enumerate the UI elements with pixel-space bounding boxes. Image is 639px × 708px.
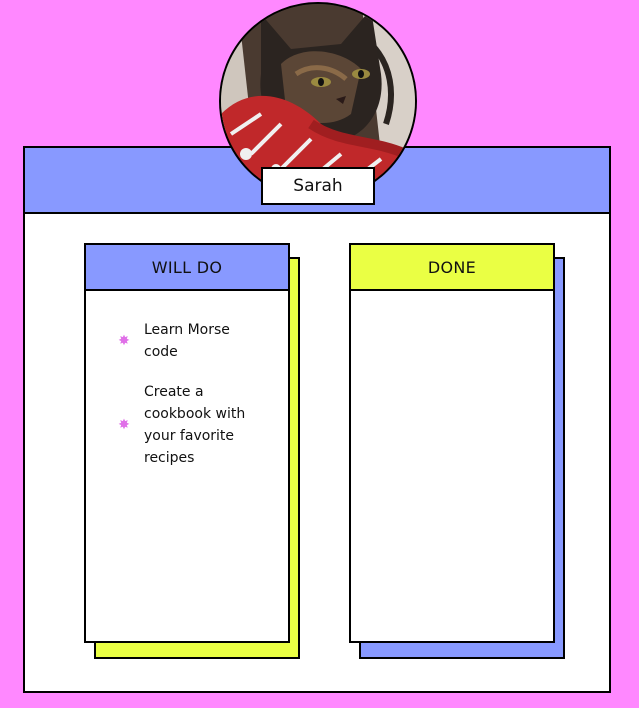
done-title: DONE	[427, 257, 477, 277]
profile-name-text: Sarah	[293, 176, 343, 196]
done-panel: DONE	[349, 243, 555, 643]
done-header: DONE	[351, 245, 553, 291]
task-board: WILL DO ✸ Learn Morse code ✸ Create a co…	[23, 146, 611, 693]
will-do-panel: WILL DO ✸ Learn Morse code ✸ Create a co…	[84, 243, 290, 643]
task-item[interactable]: ✸ Learn Morse code	[86, 319, 288, 363]
starburst-bullet-icon: ✸	[118, 333, 130, 349]
will-do-title: WILL DO	[151, 257, 223, 277]
task-text: Learn Morse code	[144, 322, 230, 360]
task-text: Create a cookbook with your favorite rec…	[144, 384, 246, 466]
starburst-bullet-icon: ✸	[118, 417, 130, 433]
will-do-column: WILL DO ✸ Learn Morse code ✸ Create a co…	[84, 243, 300, 659]
done-task-list	[351, 291, 553, 319]
task-item[interactable]: ✸ Create a cookbook with your favorite r…	[86, 381, 288, 469]
done-column: DONE	[349, 243, 565, 659]
will-do-header: WILL DO	[86, 245, 288, 291]
will-do-task-list: ✸ Learn Morse code ✸ Create a cookbook w…	[86, 291, 288, 469]
profile-name: Sarah	[261, 167, 375, 205]
